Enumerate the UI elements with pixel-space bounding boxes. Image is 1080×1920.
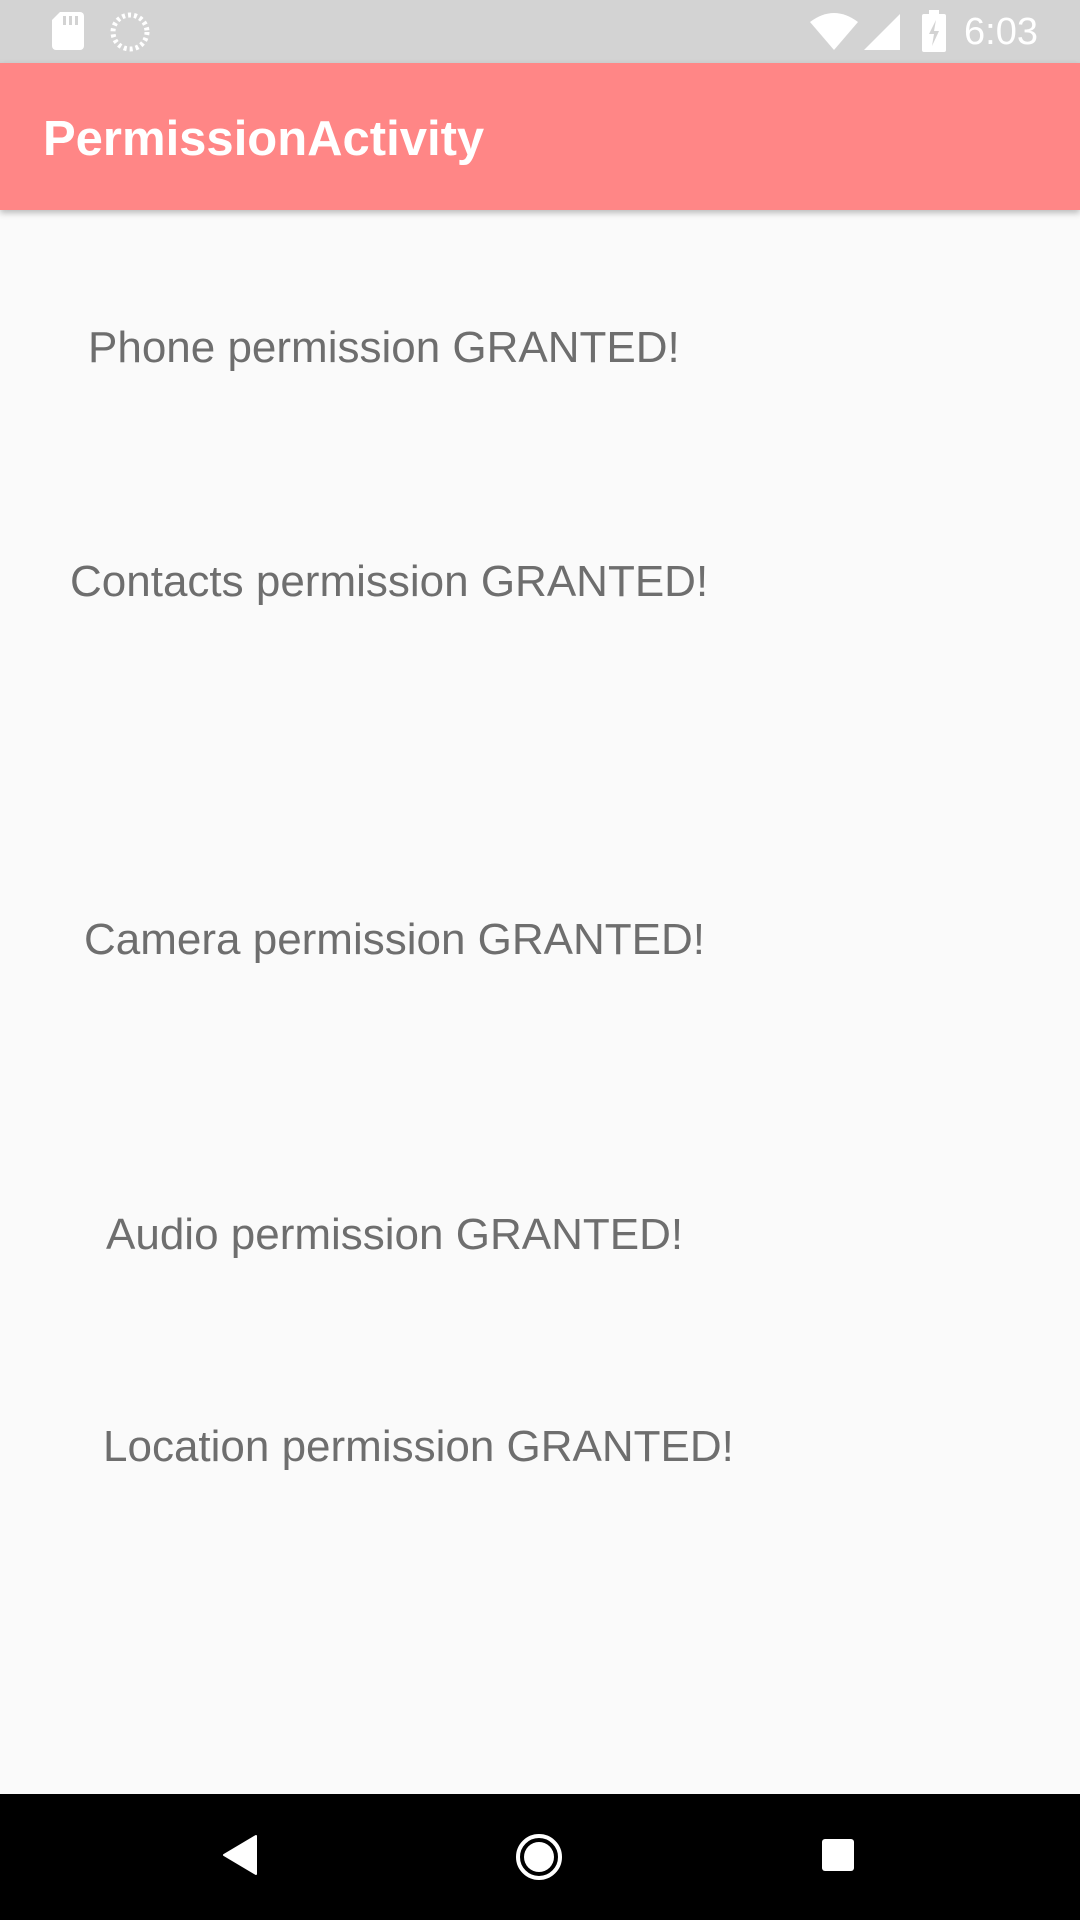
app-bar: PermissionActivity — [0, 63, 1080, 210]
phone-permission-text: Phone permission GRANTED! — [88, 323, 680, 372]
app-title: PermissionActivity — [43, 112, 485, 166]
battery-charging-icon — [922, 10, 946, 52]
navigation-bar — [0, 1794, 1080, 1920]
status-time: 6:03 — [964, 11, 1038, 53]
status-bar: 6:03 — [0, 0, 1080, 63]
contacts-permission-text: Contacts permission GRANTED! — [70, 557, 709, 606]
recents-icon[interactable] — [821, 1838, 855, 1872]
camera-permission-text: Camera permission GRANTED! — [84, 915, 706, 964]
content-area: Phone permission GRANTED! Contacts permi… — [0, 210, 1080, 1794]
signal-icon — [864, 14, 900, 50]
sd-card-icon — [52, 12, 84, 50]
back-icon[interactable] — [222, 1834, 258, 1876]
audio-permission-text: Audio permission GRANTED! — [106, 1210, 684, 1259]
sync-icon — [110, 12, 150, 52]
home-icon[interactable] — [515, 1833, 563, 1881]
location-permission-text: Location permission GRANTED! — [103, 1422, 734, 1471]
wifi-icon — [810, 13, 858, 50]
